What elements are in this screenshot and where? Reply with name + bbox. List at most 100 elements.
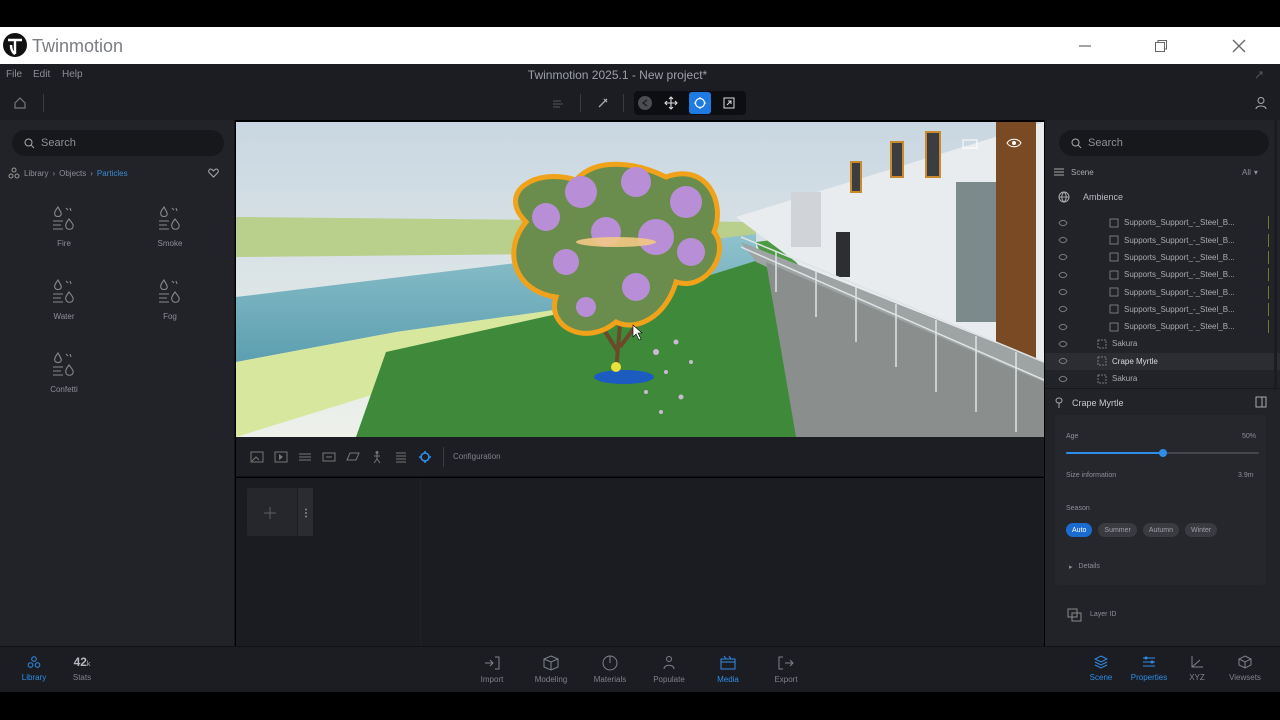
nav-xyz[interactable]: XYZ	[1173, 655, 1221, 682]
list-icon[interactable]	[394, 450, 408, 464]
library-item-smoke[interactable]: Smoke	[140, 205, 200, 265]
nav-label: Scene	[1089, 673, 1113, 682]
visibility-eye-icon[interactable]	[1058, 253, 1068, 261]
3d-viewport[interactable]	[236, 122, 1044, 437]
account-button[interactable]	[1250, 92, 1272, 114]
nav-modeling[interactable]: Modeling	[527, 655, 575, 684]
visibility-eye-icon[interactable]	[1058, 375, 1068, 383]
layers-icon	[1067, 608, 1082, 622]
vegetation-icon	[1097, 374, 1107, 383]
library-search-input[interactable]: Search	[12, 130, 224, 156]
presentation-icon[interactable]	[346, 450, 360, 464]
eye-icon[interactable]	[1006, 137, 1022, 149]
close-button[interactable]	[1214, 27, 1264, 64]
library-item-fire[interactable]: Fire	[34, 205, 94, 265]
nav-label: Stats	[72, 673, 92, 682]
visibility-eye-icon[interactable]	[1058, 323, 1068, 331]
twinmotion-logo-icon	[3, 33, 27, 57]
divider	[43, 94, 44, 112]
tree-row-label: Supports_Support_-_Steel_B...	[1124, 304, 1235, 314]
tree-row[interactable]: Supports_Support_-_Steel_B...	[1045, 284, 1280, 301]
favorite-heart-icon[interactable]	[208, 168, 219, 178]
add-configuration-button[interactable]	[247, 488, 313, 536]
tree-row[interactable]: Supports_Support_-_Steel_B...	[1045, 318, 1280, 335]
layout-icon[interactable]	[962, 138, 978, 150]
details-toggle[interactable]: ▸ Details	[1069, 563, 1100, 571]
tree-row[interactable]: Sakura	[1045, 335, 1280, 352]
visibility-eye-icon[interactable]	[1058, 357, 1068, 365]
particle-icon	[159, 205, 180, 230]
visibility-eye-icon[interactable]	[1058, 288, 1068, 296]
season-auto[interactable]: Auto	[1066, 523, 1093, 537]
nav-properties[interactable]: Properties	[1125, 655, 1173, 682]
scene-list-icon	[1054, 168, 1064, 176]
season-summer[interactable]: Summer	[1098, 523, 1137, 537]
nav-stats[interactable]: 42k Stats	[58, 655, 106, 682]
sliders-icon	[1143, 656, 1155, 667]
video-icon[interactable]	[274, 450, 288, 464]
tree-row[interactable]: Supports_Support_-_Steel_B...	[1045, 214, 1280, 231]
visibility-eye-icon[interactable]	[1058, 340, 1068, 348]
phasing-icon[interactable]	[322, 450, 336, 464]
age-slider[interactable]	[1066, 449, 1259, 457]
row-marker	[1268, 250, 1269, 264]
visibility-eye-icon[interactable]	[1058, 271, 1068, 279]
breadcrumb-particles[interactable]: Particles	[97, 169, 128, 178]
tree-row-ambience[interactable]: Ambience	[1045, 188, 1280, 205]
tree-row[interactable]: Supports_Support_-_Steel_B...	[1045, 232, 1280, 249]
back-icon	[638, 96, 652, 110]
window-titlebar: Twinmotion	[0, 27, 1280, 64]
tree-row[interactable]: Sakura	[1045, 370, 1280, 387]
home-button[interactable]	[9, 92, 31, 114]
panorama-icon[interactable]	[298, 450, 312, 464]
nav-export[interactable]: Export	[762, 655, 810, 684]
walk-icon[interactable]	[370, 450, 384, 464]
configuration-label[interactable]: Configuration	[453, 452, 501, 461]
season-winter[interactable]: Winter	[1184, 523, 1218, 537]
scrollbar[interactable]	[1274, 120, 1277, 390]
nav-scene[interactable]: Scene	[1077, 655, 1125, 682]
nav-import[interactable]: Import	[468, 655, 516, 684]
nav-library[interactable]: Library	[10, 655, 58, 682]
panel-toggle-icon[interactable]	[1255, 396, 1267, 408]
nav-materials[interactable]: Materials	[586, 655, 634, 684]
tree-row[interactable]: Supports_Support_-_Steel_B...	[1045, 249, 1280, 266]
age-slider-thumb[interactable]	[1158, 449, 1167, 457]
materials-icon	[602, 655, 618, 671]
tree-row-label: Supports_Support_-_Steel_B...	[1124, 235, 1235, 245]
tree-row[interactable]: Supports_Support_-_Steel_B...	[1045, 266, 1280, 283]
breadcrumb-library[interactable]: Library	[24, 169, 48, 178]
breadcrumb-objects[interactable]: Objects	[59, 169, 86, 178]
particle-icon	[53, 205, 74, 230]
weather-button[interactable]	[547, 92, 569, 114]
media-toolbar: Configuration	[236, 437, 1044, 477]
back-button[interactable]	[634, 92, 656, 114]
scene-filter-dropdown[interactable]: All ▾	[1242, 168, 1258, 177]
details-label: Details	[1078, 563, 1100, 570]
rotate-tool-button[interactable]	[689, 92, 711, 114]
restore-button[interactable]	[1136, 27, 1186, 64]
tree-row[interactable]: Crape Myrtle	[1045, 352, 1280, 370]
library-item-fog[interactable]: Fog	[140, 278, 200, 338]
image-icon[interactable]	[250, 450, 264, 464]
configuration-icon[interactable]	[418, 450, 432, 464]
object-icon	[1109, 218, 1119, 228]
nav-populate[interactable]: Populate	[645, 655, 693, 684]
visibility-eye-icon[interactable]	[1058, 219, 1068, 227]
picker-button[interactable]	[592, 92, 614, 114]
nav-media[interactable]: Media	[704, 655, 752, 684]
move-tool-button[interactable]	[660, 92, 682, 114]
nav-viewsets[interactable]: Viewsets	[1221, 655, 1269, 682]
scale-tool-button[interactable]	[718, 92, 740, 114]
tree-row[interactable]: Supports_Support_-_Steel_B...	[1045, 301, 1280, 318]
visibility-eye-icon[interactable]	[1058, 236, 1068, 244]
minimize-button[interactable]	[1060, 27, 1110, 64]
visibility-eye-icon[interactable]	[1058, 305, 1068, 313]
library-item-confetti[interactable]: Confetti	[34, 351, 94, 411]
properties-card	[1055, 415, 1266, 585]
library-item-water[interactable]: Water	[34, 278, 94, 338]
scene-search-input[interactable]: Search	[1059, 130, 1269, 156]
expand-icon[interactable]	[1254, 70, 1264, 80]
season-autumn[interactable]: Autumn	[1142, 523, 1179, 537]
more-options-button[interactable]	[297, 488, 313, 536]
